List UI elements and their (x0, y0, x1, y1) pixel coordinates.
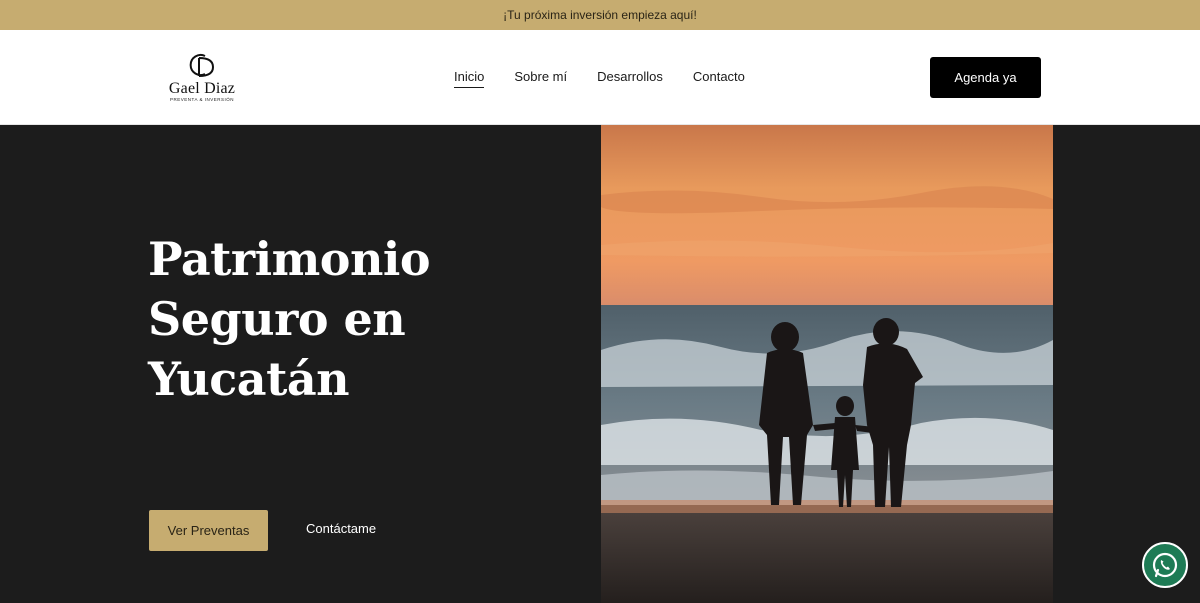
nav-item-inicio[interactable]: Inicio (454, 69, 485, 88)
beach-family-sunset-photo (601, 125, 1053, 603)
logo[interactable]: Gael Diaz PREVENTA & INVERSIÓN (160, 52, 244, 104)
logo-name: Gael Diaz (168, 80, 236, 97)
monogram-icon (189, 54, 215, 77)
hero-section: Patrimonio Seguro en Yucatán Ver Prevent… (0, 125, 1200, 603)
nav-item-sobre-mi[interactable]: Sobre mí (514, 69, 567, 88)
ver-preventas-button[interactable]: Ver Preventas (149, 510, 268, 551)
whatsapp-button[interactable] (1142, 542, 1188, 588)
nav-item-contacto[interactable]: Contacto (693, 69, 745, 88)
hero-title: Patrimonio Seguro en Yucatán (148, 232, 431, 406)
whatsapp-icon (1152, 552, 1178, 578)
announcement-text: ¡Tu próxima inversión empieza aquí! (503, 8, 697, 22)
logo-tagline: PREVENTA & INVERSIÓN (170, 97, 234, 102)
agenda-button[interactable]: Agenda ya (930, 57, 1041, 98)
contactame-link[interactable]: Contáctame (306, 521, 376, 536)
site-header: Gael Diaz PREVENTA & INVERSIÓN Inicio So… (0, 30, 1200, 125)
hero-image (601, 125, 1053, 603)
main-nav: Inicio Sobre mí Desarrollos Contacto (454, 69, 745, 88)
announcement-bar: ¡Tu próxima inversión empieza aquí! (0, 0, 1200, 30)
nav-item-desarrollos[interactable]: Desarrollos (597, 69, 663, 88)
